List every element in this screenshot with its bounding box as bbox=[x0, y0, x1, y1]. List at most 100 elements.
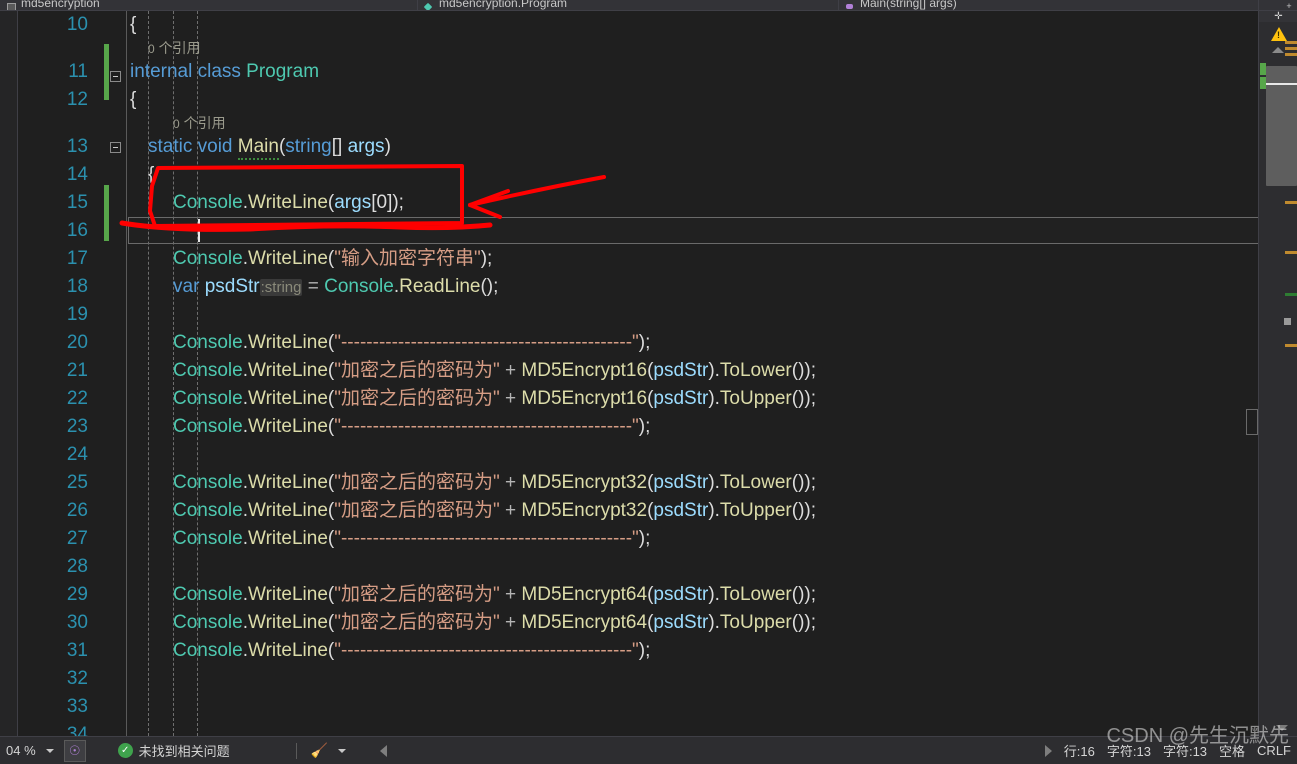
caret-char-indicator[interactable]: 字符:13 bbox=[1101, 737, 1157, 764]
code-line[interactable]: 23 Console.WriteLine("-------------------… bbox=[18, 413, 1258, 441]
code-token: ); bbox=[480, 248, 493, 269]
code-line[interactable]: 24 bbox=[18, 441, 1258, 469]
code-line[interactable]: 16 bbox=[18, 217, 1258, 245]
code-token: ) bbox=[384, 136, 391, 157]
breadcrumb-item-class[interactable]: md5encryption.Program bbox=[418, 0, 839, 10]
breadcrumb-item-method[interactable]: Main(string[] args) bbox=[839, 0, 1259, 10]
caret-char2-indicator[interactable]: 字符:13 bbox=[1157, 737, 1213, 764]
code-line[interactable]: 14 { bbox=[18, 161, 1258, 189]
code-line[interactable]: 13 static void Main(string[] args) bbox=[18, 133, 1258, 161]
code-token: ToLower bbox=[719, 360, 792, 381]
warning-icon[interactable] bbox=[1271, 27, 1287, 41]
code-token: ()); bbox=[791, 360, 817, 381]
code-token: Console bbox=[173, 500, 243, 521]
code-line[interactable]: 18 var psdStr:string = Console.ReadLine()… bbox=[18, 273, 1258, 301]
class-icon bbox=[424, 2, 435, 10]
line-number: 22 bbox=[66, 388, 88, 409]
code-line[interactable]: 33 bbox=[18, 693, 1258, 721]
code-token: "加密之后的密码为" bbox=[334, 612, 500, 633]
code-line[interactable]: 32 bbox=[18, 665, 1258, 693]
arrow-left-icon bbox=[380, 744, 388, 757]
problems-label: 未找到相关问题 bbox=[138, 744, 230, 759]
code-token: string bbox=[285, 136, 332, 157]
code-token: WriteLine bbox=[248, 472, 328, 493]
code-line[interactable]: 31 Console.WriteLine("-------------------… bbox=[18, 637, 1258, 665]
indentation-indicator[interactable]: 空格 bbox=[1213, 737, 1251, 764]
scroll-up-arrow-icon[interactable] bbox=[1272, 47, 1284, 53]
code-line[interactable]: 15 Console.WriteLine(args[0]); bbox=[18, 189, 1258, 217]
codelens-reference-count[interactable]: 0 个引用 bbox=[173, 114, 226, 134]
zoom-level-control[interactable]: 04 % bbox=[0, 737, 60, 764]
line-content: { bbox=[130, 11, 136, 39]
code-token: ()); bbox=[791, 500, 817, 521]
line-content: Console.WriteLine("加密之后的密码为" + MD5Encryp… bbox=[173, 609, 816, 637]
code-line[interactable]: 12 { bbox=[18, 86, 1258, 114]
eol-indicator[interactable]: CRLF bbox=[1251, 737, 1297, 764]
line-number: 29 bbox=[66, 584, 88, 605]
line-number: 16 bbox=[66, 220, 88, 241]
caret-line-label: 行:16 bbox=[1063, 744, 1095, 759]
code-line[interactable]: 30 Console.WriteLine("加密之后的密码为" + MD5Encr… bbox=[18, 609, 1258, 637]
scroll-left-button[interactable] bbox=[374, 737, 393, 764]
code-token: ReadLine bbox=[399, 276, 481, 297]
code-token: ). bbox=[708, 388, 720, 409]
zoom-level-label: 04 % bbox=[6, 743, 36, 758]
caret-char2-label: 字符:13 bbox=[1162, 744, 1208, 759]
code-cleanup-control[interactable]: 🧹 bbox=[305, 737, 352, 764]
code-token: ()); bbox=[791, 388, 817, 409]
scrollbar-marker bbox=[1285, 251, 1297, 254]
code-editor[interactable]: 10 {0 个引用 11 internal class Program 12 {0 个引用… bbox=[0, 11, 1297, 736]
visual-studio-editor-window: md5encryption md5encryption.Program Main… bbox=[0, 0, 1297, 764]
code-line[interactable]: 10 { bbox=[18, 11, 1258, 39]
codelens-reference-count[interactable]: 0 个引用 bbox=[148, 39, 201, 59]
caret-line-indicator[interactable]: 行:16 bbox=[1058, 737, 1101, 764]
code-line[interactable]: 29 Console.WriteLine("加密之后的密码为" + MD5Encr… bbox=[18, 581, 1258, 609]
scrollbar-options-button[interactable]: ✛ bbox=[1259, 11, 1297, 22]
scrollbar-marker-green bbox=[1285, 293, 1297, 296]
code-token: Console bbox=[173, 388, 243, 409]
code-token: MD5Encrypt32 bbox=[521, 500, 648, 521]
broom-icon: 🧹 bbox=[310, 742, 329, 758]
code-line[interactable]: 34 bbox=[18, 721, 1258, 736]
code-line[interactable]: 27 Console.WriteLine("-------------------… bbox=[18, 525, 1258, 553]
breadcrumb-expand-button[interactable]: + bbox=[1281, 0, 1297, 10]
code-line[interactable]: 25 Console.WriteLine("加密之后的密码为" + MD5Encr… bbox=[18, 469, 1258, 497]
scroll-down-button[interactable] bbox=[1266, 720, 1297, 736]
line-number: 32 bbox=[66, 668, 88, 689]
code-token: ). bbox=[708, 584, 720, 605]
line-number: 20 bbox=[66, 332, 88, 353]
code-token: ). bbox=[708, 500, 720, 521]
code-line[interactable]: 17 Console.WriteLine("输入加密字符串"); bbox=[18, 245, 1258, 273]
code-line[interactable]: 26 Console.WriteLine("加密之后的密码为" + MD5Encr… bbox=[18, 497, 1258, 525]
code-token: WriteLine bbox=[248, 388, 328, 409]
code-token: (); bbox=[480, 276, 499, 297]
breadcrumb: md5encryption md5encryption.Program Main… bbox=[0, 0, 1297, 11]
code-token: ToUpper bbox=[719, 388, 792, 409]
line-number: 31 bbox=[66, 640, 88, 661]
code-token: :string bbox=[259, 279, 303, 296]
code-token: + bbox=[499, 360, 522, 381]
code-token: Console bbox=[173, 612, 243, 633]
scroll-right-button[interactable] bbox=[1039, 737, 1058, 764]
scroll-down-arrow-icon bbox=[1275, 725, 1288, 731]
code-line[interactable]: 28 bbox=[18, 553, 1258, 581]
breadcrumb-item-namespace[interactable]: md5encryption bbox=[0, 0, 418, 10]
problems-status[interactable]: ✓ 未找到相关问题 bbox=[112, 737, 236, 764]
code-line[interactable]: 11 internal class Program bbox=[18, 58, 1258, 86]
line-content: Console.WriteLine("加密之后的密码为" + MD5Encryp… bbox=[173, 385, 816, 413]
code-surface[interactable]: 10 {0 个引用 11 internal class Program 12 {0 个引用… bbox=[18, 11, 1276, 736]
code-token: ToUpper bbox=[719, 500, 792, 521]
vertical-scrollbar[interactable]: ✛ bbox=[1258, 11, 1297, 736]
code-token: args bbox=[347, 136, 385, 157]
code-line[interactable]: 19 bbox=[18, 301, 1258, 329]
code-token: Console bbox=[173, 640, 243, 661]
code-token: WriteLine bbox=[248, 640, 328, 661]
code-token: Main bbox=[237, 136, 279, 160]
microphone-icon[interactable]: ☉ bbox=[63, 739, 86, 762]
code-token: WriteLine bbox=[248, 416, 328, 437]
plus-icon: ✛ bbox=[1274, 10, 1283, 22]
code-line[interactable]: 21 Console.WriteLine("加密之后的密码为" + MD5Encr… bbox=[18, 357, 1258, 385]
code-line[interactable]: 22 Console.WriteLine("加密之后的密码为" + MD5Encr… bbox=[18, 385, 1258, 413]
code-line[interactable]: 20 Console.WriteLine("-------------------… bbox=[18, 329, 1258, 357]
code-token: ()); bbox=[791, 584, 817, 605]
